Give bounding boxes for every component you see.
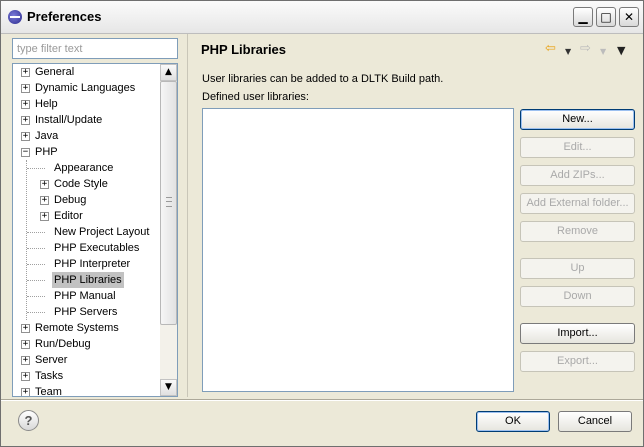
- tree-item-label[interactable]: Remote Systems: [33, 320, 121, 336]
- expand-icon[interactable]: +: [21, 68, 30, 77]
- down-button[interactable]: Down: [520, 286, 635, 307]
- expand-icon[interactable]: +: [21, 372, 30, 381]
- tree-item-label[interactable]: Tasks: [33, 368, 65, 384]
- filter-field[interactable]: [12, 38, 178, 59]
- tree-item-label[interactable]: Install/Update: [33, 112, 104, 128]
- tree-item-label[interactable]: Dynamic Languages: [33, 80, 137, 96]
- ok-button[interactable]: OK: [476, 411, 550, 432]
- tree-connector-newproject: [27, 232, 45, 233]
- tree-item-label[interactable]: PHP Executables: [52, 240, 141, 256]
- remove-button[interactable]: Remove: [520, 221, 635, 242]
- chevron-up-icon: ▲: [165, 67, 172, 77]
- page-description: User libraries can be added to a DLTK Bu…: [202, 73, 444, 85]
- expand-icon[interactable]: +: [40, 180, 49, 189]
- tree-connector-libraries: [27, 280, 45, 281]
- expand-icon[interactable]: +: [21, 84, 30, 93]
- tree-item-label[interactable]: Code Style: [52, 176, 110, 192]
- expand-icon[interactable]: +: [21, 324, 30, 333]
- expand-icon[interactable]: +: [21, 356, 30, 365]
- tree-item-label[interactable]: Run/Debug: [33, 336, 93, 352]
- tree-connector-appearance: [27, 168, 45, 169]
- back-menu-icon[interactable]: ▼: [565, 45, 571, 59]
- close-icon: ✕: [623, 10, 635, 24]
- tree-item-label[interactable]: PHP: [33, 144, 60, 160]
- tree-connector-interpreter: [27, 264, 45, 265]
- back-arrow-icon[interactable]: ⇦: [545, 42, 556, 56]
- up-button[interactable]: Up: [520, 258, 635, 279]
- tree-item-label[interactable]: PHP Interpreter: [52, 256, 132, 272]
- collapse-icon[interactable]: −: [21, 148, 30, 157]
- maximize-button[interactable]: □: [596, 7, 616, 27]
- page-header: PHP Libraries ⇦ ▼ ⇨ ▼ ▼: [189, 34, 643, 64]
- close-button[interactable]: ✕: [619, 7, 639, 27]
- tree-scrollbar[interactable]: ▲ ▼: [160, 64, 177, 396]
- tree-item-label[interactable]: PHP Servers: [52, 304, 119, 320]
- tree-item-label[interactable]: General: [33, 64, 76, 80]
- add-zips-button[interactable]: Add ZIPs...: [520, 165, 635, 186]
- tree-item-label[interactable]: Help: [33, 96, 60, 112]
- chevron-down-icon: ▼: [165, 382, 172, 392]
- expand-icon[interactable]: +: [21, 132, 30, 141]
- title-bar[interactable]: Preferences ▁ □ ✕: [1, 1, 643, 34]
- add-external-folder-button[interactable]: Add External folder...: [520, 193, 635, 214]
- preferences-dialog: Preferences ▁ □ ✕ + General + Dynamic La…: [0, 0, 644, 447]
- page-title: PHP Libraries: [201, 42, 287, 57]
- panel-divider[interactable]: [187, 34, 188, 397]
- help-button[interactable]: ?: [18, 410, 39, 431]
- new-button[interactable]: New...: [520, 109, 635, 130]
- tree-item-label[interactable]: PHP Manual: [52, 288, 118, 304]
- minimize-button[interactable]: ▁: [573, 7, 593, 27]
- cancel-button[interactable]: Cancel: [558, 411, 632, 432]
- help-icon: ?: [24, 413, 33, 428]
- tree-item-label[interactable]: Appearance: [52, 160, 115, 176]
- tree-item-label[interactable]: Team: [33, 384, 64, 396]
- tree-item-label[interactable]: Server: [33, 352, 69, 368]
- user-libraries-list[interactable]: [202, 108, 514, 392]
- tree-connector-servers: [27, 312, 45, 313]
- tree-item-label[interactable]: Java: [33, 128, 60, 144]
- minimize-icon: ▁: [578, 10, 588, 24]
- tree-connector-executables: [27, 248, 45, 249]
- expand-icon[interactable]: +: [21, 100, 30, 109]
- expand-icon[interactable]: +: [40, 212, 49, 221]
- maximize-icon: □: [600, 10, 612, 24]
- scroll-up-button[interactable]: ▲: [160, 64, 177, 81]
- tree-item-label[interactable]: New Project Layout: [52, 224, 151, 240]
- expand-icon[interactable]: +: [21, 340, 30, 349]
- filter-input[interactable]: [13, 39, 177, 58]
- import-button[interactable]: Import...: [520, 323, 635, 344]
- scroll-down-button[interactable]: ▼: [160, 379, 177, 396]
- expand-icon[interactable]: +: [21, 388, 30, 396]
- forward-arrow-icon[interactable]: ⇨: [580, 42, 591, 56]
- tree-item-label-selected[interactable]: PHP Libraries: [52, 272, 124, 288]
- scroll-thumb[interactable]: [160, 81, 177, 325]
- window-title: Preferences: [27, 9, 102, 24]
- grip-icon: [166, 197, 172, 207]
- footer-separator: [1, 399, 643, 401]
- expand-icon[interactable]: +: [21, 116, 30, 125]
- preferences-tree[interactable]: + General + Dynamic Languages + Help + I…: [12, 63, 178, 397]
- tree-item-label[interactable]: Editor: [52, 208, 85, 224]
- export-button[interactable]: Export...: [520, 351, 635, 372]
- defined-libraries-label: Defined user libraries:: [202, 91, 309, 103]
- eclipse-icon: [8, 10, 22, 24]
- tree-item-label[interactable]: Debug: [52, 192, 88, 208]
- edit-button[interactable]: Edit...: [520, 137, 635, 158]
- expand-icon[interactable]: +: [40, 196, 49, 205]
- tree-connector-manual: [27, 296, 45, 297]
- view-menu-icon[interactable]: ▼: [617, 44, 625, 58]
- forward-menu-icon[interactable]: ▼: [600, 45, 606, 59]
